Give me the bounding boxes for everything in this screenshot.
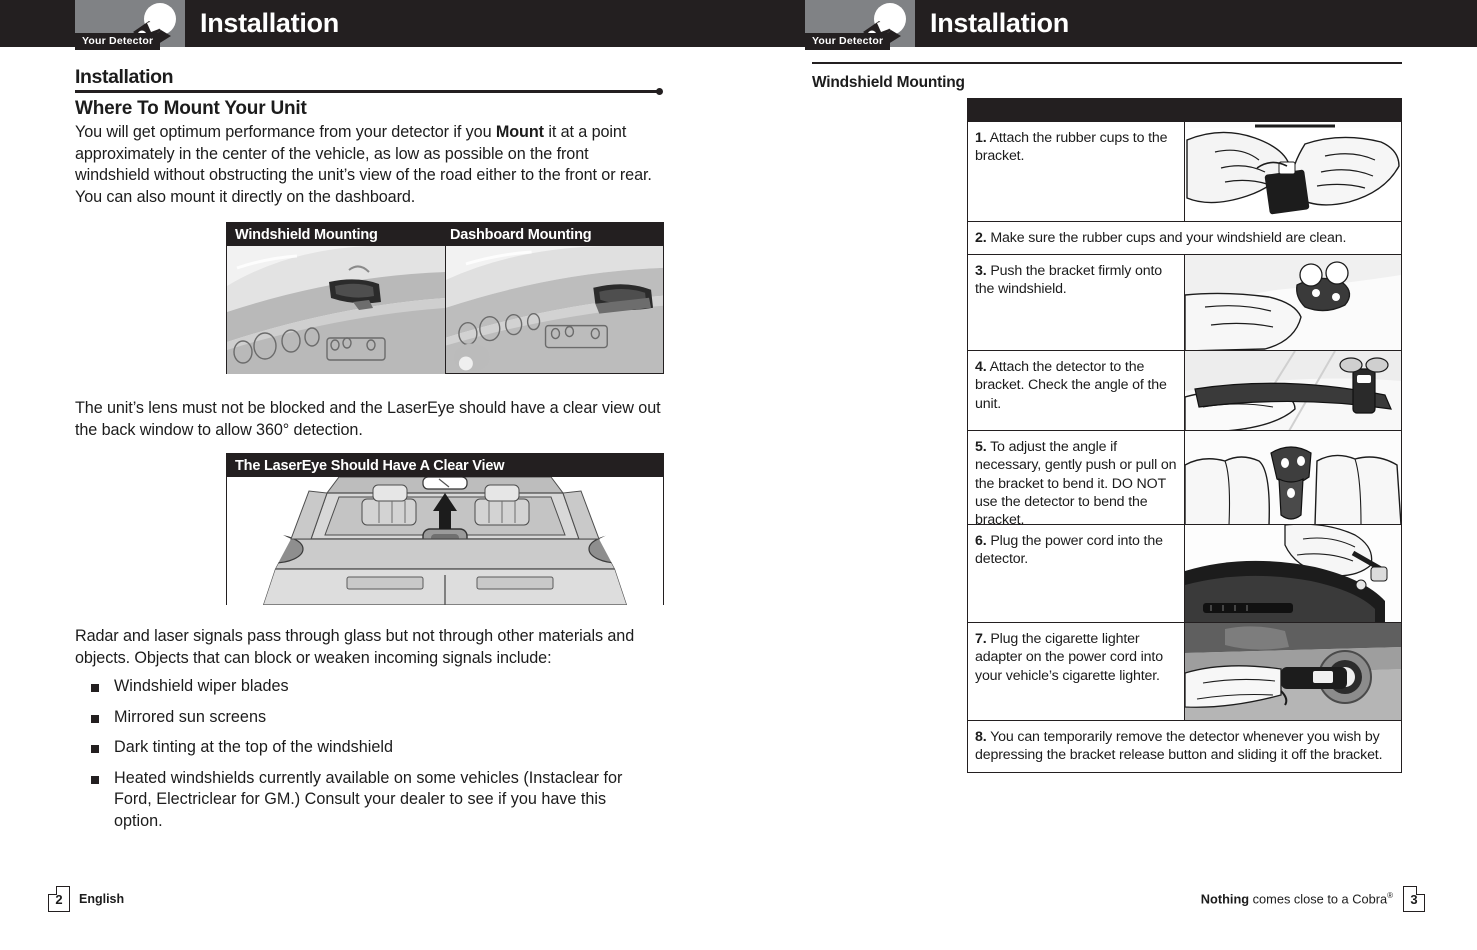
blocker-list: Windshield wiper blades Mirrored sun scr… <box>88 676 658 841</box>
section-heading: Installation <box>75 66 174 88</box>
hand-pushing-bracket-photo <box>1184 255 1401 351</box>
list-item: Dark tinting at the top of the windshiel… <box>88 737 658 759</box>
table-row: 4. Attach the detector to the bracket. C… <box>968 350 1401 431</box>
table-row: 5. To adjust the angle if necessary, gen… <box>968 430 1401 528</box>
paragraph-where-to-mount: You will get optimum performance from yo… <box>75 122 655 208</box>
figure-lasereye-clear-view: The LaserEye Should Have A Clear View <box>226 453 664 605</box>
step-number: 7. <box>975 631 987 648</box>
paragraph-part-a: You will get optimum performance from yo… <box>75 123 496 141</box>
figure-caption-bar: Windshield Mounting Dashboard Mounting <box>227 223 663 246</box>
page-title-right: Installation <box>930 8 1069 38</box>
footer-tagline: Nothing comes close to a Cobra® <box>1201 891 1393 906</box>
header-tab-your-detector: Your Detector <box>75 33 161 50</box>
paragraph-bold-mount: Mount <box>495 123 544 141</box>
figure-mounting-options: Windshield Mounting Dashboard Mounting <box>226 222 664 374</box>
left-page: Installation Where To Mount Your Unit Yo… <box>0 0 738 950</box>
step-text: You can temporarily remove the detector … <box>975 729 1383 764</box>
page-number-box: 2 <box>48 886 70 912</box>
table-header-bar <box>968 99 1401 121</box>
caption-lasereye-clear-view: The LaserEye Should Have A Clear View <box>235 457 505 474</box>
windshield-mounting-photo <box>227 246 445 374</box>
step-text: Plug the power cord into the detector. <box>975 533 1163 568</box>
hands-attaching-rubber-cups-photo <box>1184 122 1401 221</box>
table-row: 3. Push the bracket firmly onto the wind… <box>968 254 1401 351</box>
paragraph-lens-clear-view: The unit’s lens must not be blocked and … <box>75 399 661 439</box>
step-text-cell: 8. You can temporarily remove the detect… <box>968 721 1401 771</box>
step-text: Make sure the rubber cups and your winds… <box>990 230 1347 246</box>
detector-on-bracket-photo <box>1184 351 1401 431</box>
list-item: Heated windshields currently available o… <box>88 768 658 833</box>
step-text: To adjust the angle if necessary, gently… <box>975 439 1177 529</box>
step-text-cell: 5. To adjust the angle if necessary, gen… <box>968 431 1184 528</box>
section-heading-block: Installation <box>75 66 663 95</box>
list-item: Mirrored sun screens <box>88 707 658 729</box>
windshield-mounting-steps-table: 1. Attach the rubber cups to the bracket… <box>967 98 1402 773</box>
table-row: 1. Attach the rubber cups to the bracket… <box>968 121 1401 221</box>
power-cord-into-detector-photo <box>1184 525 1401 623</box>
caption-windshield-mounting: Windshield Mounting <box>235 226 378 243</box>
step-number: 4. <box>975 359 987 376</box>
step-text-cell: 3. Push the bracket firmly onto the wind… <box>968 255 1184 350</box>
table-row: 6. Plug the power cord into the detector… <box>968 524 1401 623</box>
step-number: 2. <box>975 230 987 246</box>
step-text-cell: 6. Plug the power cord into the detector… <box>968 525 1184 622</box>
table-row: 8. You can temporarily remove the detect… <box>968 720 1401 771</box>
step-number: 8. <box>975 729 987 746</box>
page-title-left: Installation <box>200 8 339 38</box>
step-text-cell: 4. Attach the detector to the bracket. C… <box>968 351 1184 430</box>
step-number: 5. <box>975 439 987 456</box>
step-text: Push the bracket firmly onto the windshi… <box>975 263 1162 298</box>
step-text-cell: 2. Make sure the rubber cups and your wi… <box>968 222 1401 254</box>
page-number-box: 3 <box>1403 886 1425 912</box>
step-number: 6. <box>975 533 987 550</box>
caption-dashboard-mounting: Dashboard Mounting <box>450 226 592 243</box>
step-text: Attach the detector to the bracket. Chec… <box>975 359 1167 412</box>
car-interior-rear-view-illustration <box>227 477 663 605</box>
header-tab-your-detector: Your Detector <box>805 33 891 50</box>
subheading-where-to-mount: Where To Mount Your Unit <box>75 98 307 119</box>
footer-right: Nothing comes close to a Cobra® 3 <box>1201 886 1425 912</box>
step-text: Plug the cigarette lighter adapter on th… <box>975 631 1163 684</box>
step-text-cell: 7. Plug the cigarette lighter adapter on… <box>968 623 1184 720</box>
right-page-rule <box>812 62 1402 64</box>
step-number: 3. <box>975 263 987 280</box>
tagline-rest: comes close to a Cobra <box>1249 891 1388 907</box>
subheading-windshield-mounting: Windshield Mounting <box>812 74 965 91</box>
cigarette-lighter-adapter-photo <box>1184 623 1401 721</box>
step-text: Attach the rubber cups to the bracket. <box>975 130 1168 165</box>
table-row: 7. Plug the cigarette lighter adapter on… <box>968 622 1401 721</box>
list-item: Windshield wiper blades <box>88 676 658 698</box>
dashboard-mounting-photo <box>445 246 663 374</box>
footer-left: 2 English <box>48 886 124 912</box>
step-number: 1. <box>975 130 987 146</box>
paragraph-signal-blockers: Radar and laser signals pass through gla… <box>75 627 635 667</box>
footer-language-label: English <box>79 892 125 906</box>
tagline-bold: Nothing <box>1200 891 1250 907</box>
table-row: 2. Make sure the rubber cups and your wi… <box>968 221 1401 254</box>
section-rule <box>75 88 663 95</box>
step-text-cell: 1. Attach the rubber cups to the bracket… <box>968 122 1184 221</box>
registered-mark: ® <box>1387 891 1393 901</box>
figure-caption-bar: The LaserEye Should Have A Clear View <box>227 454 663 477</box>
hands-bending-bracket-photo <box>1184 431 1401 525</box>
